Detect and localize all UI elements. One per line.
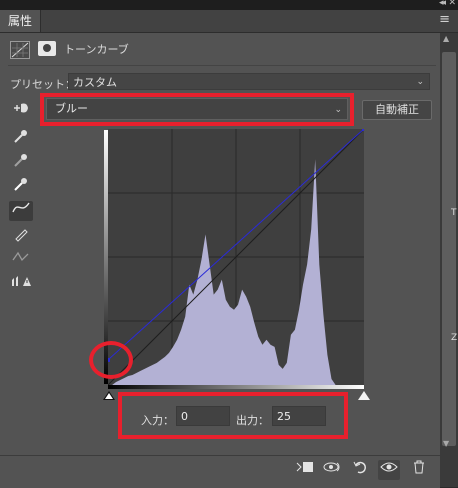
panel-footer: [0, 455, 440, 488]
black-point-eyedropper-icon[interactable]: [9, 128, 33, 148]
scrollbar-thumb[interactable]: [442, 52, 456, 446]
chevron-down-icon: ⌄: [416, 77, 424, 87]
adjustment-title: トーンカーブ: [64, 43, 129, 56]
curve-graph[interactable]: [108, 129, 364, 385]
preset-label: プリセット：: [10, 78, 76, 91]
pencil-icon[interactable]: [9, 226, 33, 246]
input-gradient-bar: [108, 385, 364, 389]
preset-dropdown[interactable]: カスタム ⌄: [68, 73, 430, 90]
panel-top-strip: ◂◂ ✕: [0, 0, 458, 10]
curve-control-point[interactable]: [362, 129, 364, 131]
scroll-down-icon[interactable]: ▼: [443, 439, 449, 448]
preset-value: カスタム: [73, 76, 117, 89]
divider: [8, 65, 436, 66]
on-image-adjust-icon[interactable]: [9, 100, 33, 120]
black-point-slider[interactable]: [103, 391, 115, 400]
channel-highlight: [40, 93, 354, 126]
view-previous-icon[interactable]: [322, 460, 344, 480]
white-point-eyedropper-icon[interactable]: [9, 176, 33, 196]
side-label: T: [451, 208, 457, 218]
side-label: Z: [451, 333, 458, 343]
gray-point-eyedropper-icon[interactable]: [9, 152, 33, 172]
panel-tab-bar: 属性 ≡: [0, 10, 458, 33]
curves-adjustment-icon[interactable]: [10, 41, 30, 59]
input-output-highlight: [118, 392, 348, 439]
curve-point-icon[interactable]: [9, 201, 33, 221]
collapse-icon[interactable]: ◂◂: [439, 0, 446, 8]
visibility-eye-icon[interactable]: [378, 460, 400, 480]
layer-mask-icon[interactable]: [38, 41, 56, 56]
reset-icon[interactable]: [350, 460, 372, 480]
white-point-slider[interactable]: [358, 391, 370, 400]
close-icon[interactable]: ✕: [448, 0, 456, 8]
smooth-icon[interactable]: [9, 250, 33, 270]
tab-properties[interactable]: 属性: [0, 10, 42, 32]
auto-button[interactable]: 自動補正: [362, 100, 432, 120]
clip-to-layer-icon[interactable]: [294, 460, 316, 480]
clipping-warning-icon[interactable]: [9, 274, 33, 294]
point-highlight: [89, 341, 133, 379]
scroll-up-icon[interactable]: ▲: [443, 34, 449, 43]
trash-icon[interactable]: [408, 460, 430, 480]
panel-menu-icon[interactable]: ≡: [439, 12, 450, 27]
